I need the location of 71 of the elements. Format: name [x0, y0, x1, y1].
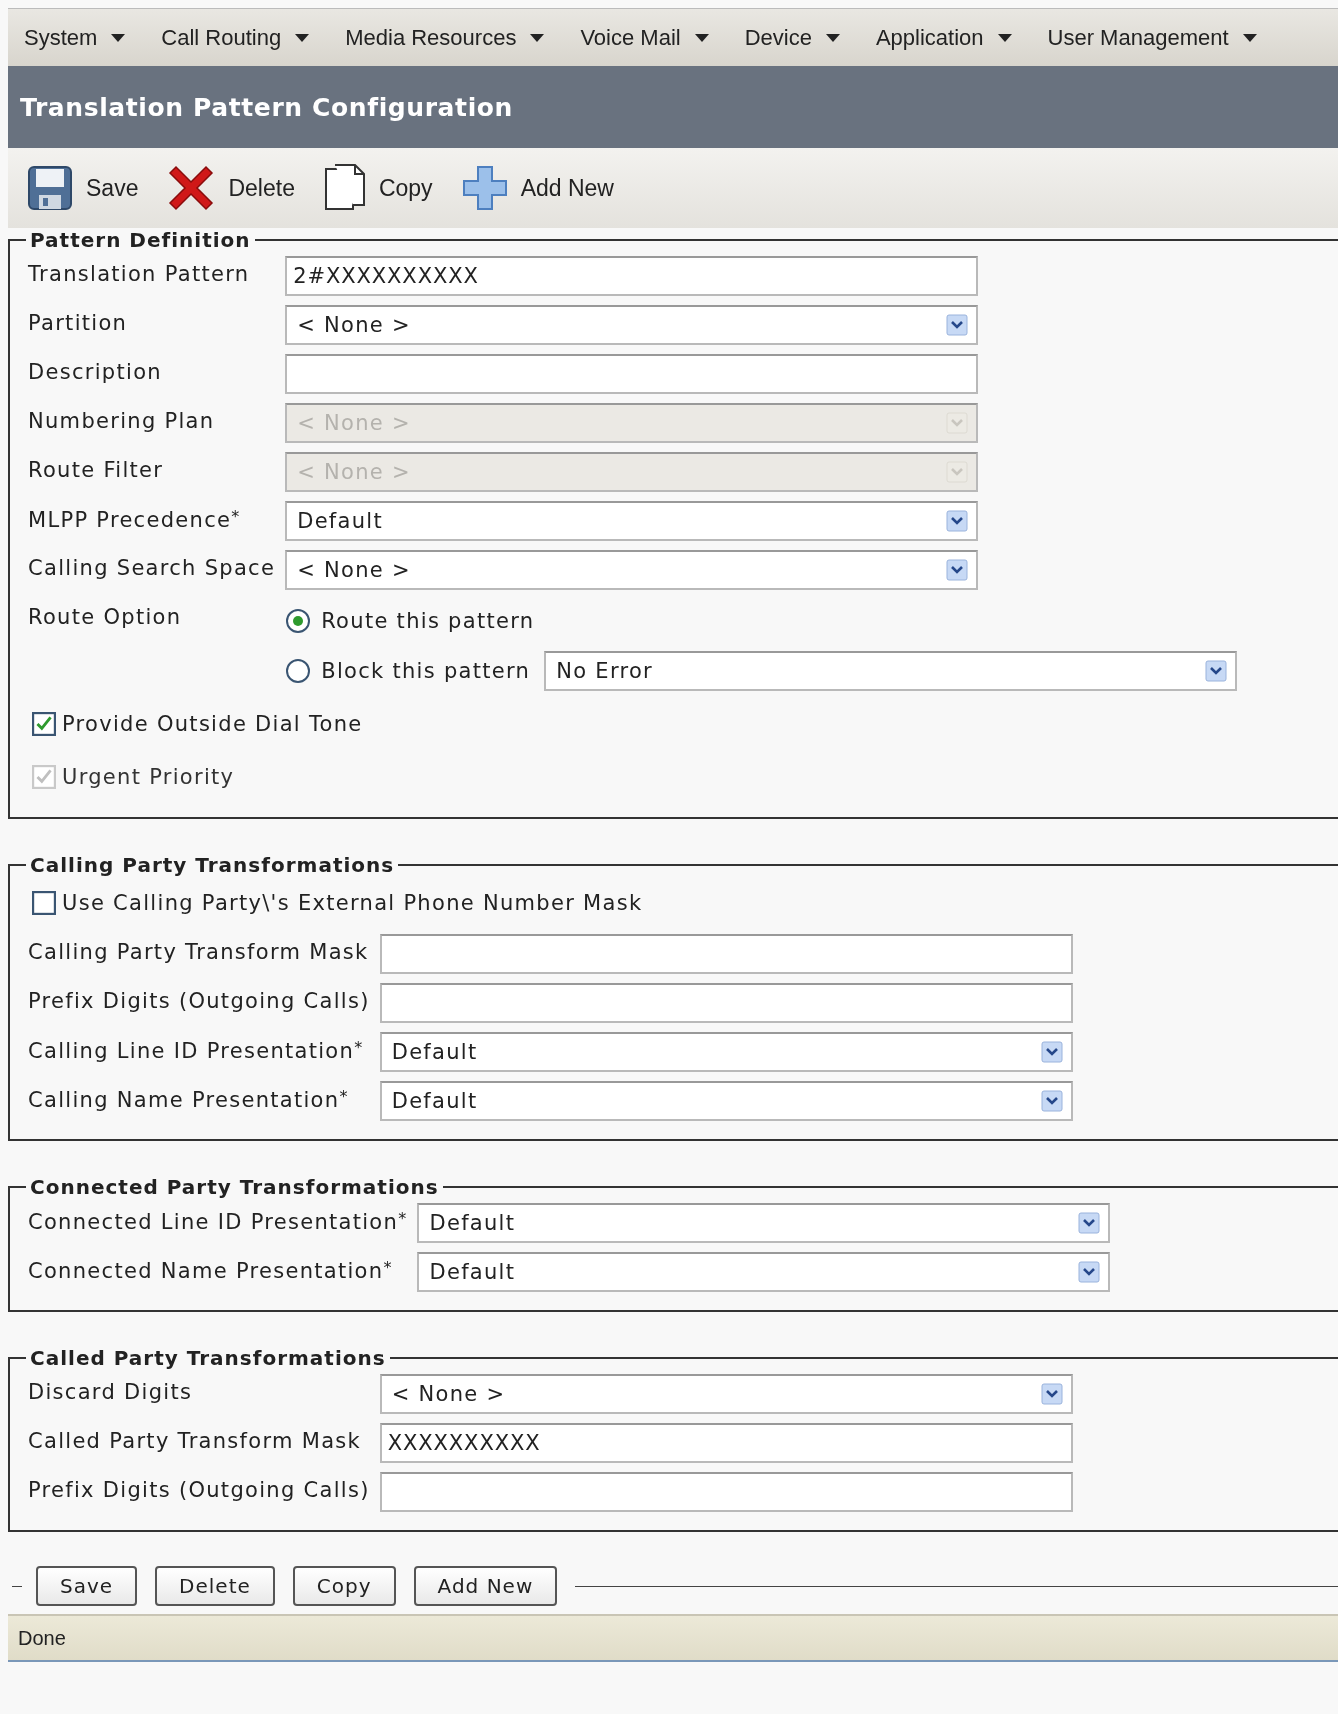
menu-item[interactable]: Device [728, 24, 860, 51]
field-label: Prefix Digits (Outgoing Calls) [28, 988, 370, 1013]
field-label: Calling Search Space [28, 555, 276, 580]
menu-item[interactable]: User Management [1031, 24, 1277, 51]
field-label: Connected Line ID Presentation$^{*}$ [28, 1208, 408, 1234]
plus-icon [460, 164, 509, 212]
copy-pages-icon [322, 163, 367, 213]
dropdown[interactable]: Default [379, 1032, 1073, 1072]
toolbar-button[interactable]: Delete [166, 163, 295, 213]
toolbar-button[interactable]: Copy [322, 163, 433, 213]
menu-item[interactable]: Application [859, 24, 1032, 51]
page-title: Translation Pattern Configuration [20, 92, 513, 122]
input-field[interactable] [379, 983, 1073, 1023]
radio-button[interactable] [285, 658, 312, 684]
field-label: Partition [28, 310, 129, 335]
section-title: Connected Party Transformations [29, 1175, 440, 1199]
field-label: Calling Name Presentation$^{*}$ [28, 1086, 350, 1112]
toolbar-button[interactable]: Save [26, 164, 139, 212]
field-label: Translation Pattern [28, 261, 251, 286]
radio-label: Route this pattern [321, 609, 535, 633]
field-label: Connected Name Presentation$^{*}$ [28, 1257, 394, 1283]
field-label: Calling Party Transform Mask [28, 939, 370, 964]
input-field[interactable]: XXXXXXXXXX [379, 1423, 1073, 1463]
checkbox-label: Provide Outside Dial Tone [62, 712, 363, 736]
dropdown[interactable]: < None > [285, 550, 979, 590]
checkbox-label: Urgent Priority [62, 765, 235, 789]
caret-icon [1242, 33, 1257, 42]
dropdown[interactable]: Default [379, 1081, 1073, 1121]
menu-item[interactable]: Call Routing [145, 24, 330, 51]
radio-button[interactable] [285, 608, 312, 634]
section-title: Pattern Definition [29, 228, 252, 252]
menu-item[interactable]: Media Resources [329, 24, 565, 51]
dropdown[interactable]: Default [417, 1203, 1111, 1243]
input-field[interactable] [285, 354, 979, 394]
input-field[interactable]: 2#XXXXXXXXXX [285, 256, 979, 296]
status-text: Done [18, 1626, 66, 1650]
input-field[interactable] [379, 934, 1073, 974]
form-button[interactable]: Delete [155, 1566, 275, 1606]
checkbox[interactable] [32, 891, 56, 915]
dropdown[interactable]: Default [417, 1252, 1111, 1292]
caret-icon [111, 33, 126, 42]
field-label: Prefix Digits (Outgoing Calls) [28, 1477, 370, 1502]
caret-icon [530, 33, 545, 42]
menu-item[interactable]: Voice Mail [564, 24, 729, 51]
field-label: Route Filter [28, 457, 165, 482]
field-label: Description [28, 359, 163, 384]
field-label: Calling Line ID Presentation$^{*}$ [28, 1037, 365, 1063]
field-label: Called Party Transform Mask [28, 1428, 362, 1453]
section-title: Called Party Transformations [29, 1346, 387, 1370]
form-button[interactable]: Save [36, 1566, 138, 1606]
checkbox[interactable] [32, 712, 56, 736]
field-label: MLPP Precedence$^{*}$ [28, 506, 242, 532]
caret-icon [825, 33, 840, 42]
input-field[interactable] [379, 1472, 1073, 1512]
caret-icon [997, 33, 1012, 42]
dropdown[interactable]: < None > [379, 1374, 1073, 1414]
form-button[interactable]: Add New [413, 1566, 558, 1606]
caret-icon [694, 33, 709, 42]
field-label: Route Option [28, 604, 183, 629]
dropdown[interactable]: No Error [544, 651, 1238, 691]
field-label: Numbering Plan [28, 408, 216, 433]
caret-icon [295, 33, 310, 42]
dropdown[interactable]: < None > [285, 305, 979, 345]
form-button[interactable]: Copy [292, 1566, 396, 1606]
dropdown[interactable]: Default [285, 501, 979, 541]
radio-label: Block this pattern [321, 659, 531, 683]
section-title: Calling Party Transformations [29, 853, 396, 877]
field-label: Discard Digits [28, 1379, 194, 1404]
menu-item[interactable]: System [8, 24, 146, 51]
toolbar-button[interactable]: Add New [460, 164, 614, 212]
checkbox-label: Use Calling Party\'s External Phone Number Mask [62, 891, 643, 915]
